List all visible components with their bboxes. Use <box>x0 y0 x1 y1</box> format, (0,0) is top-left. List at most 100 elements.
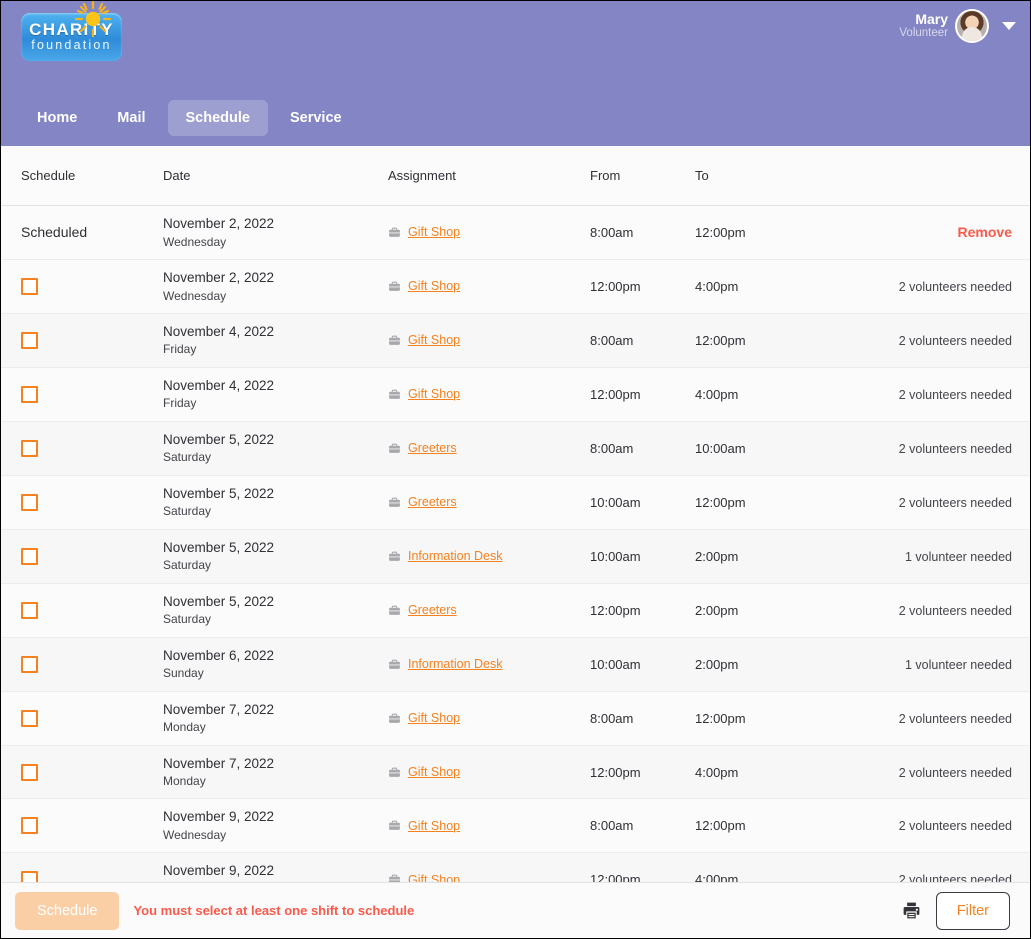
table-row[interactable]: November 9, 2022WednesdayGift Shop8:00am… <box>1 799 1030 853</box>
column-header-assignment: Assignment <box>388 146 590 206</box>
table-row[interactable]: November 5, 2022SaturdayGreeters12:00pm2… <box>1 583 1030 637</box>
cell-schedule <box>1 637 163 691</box>
row-date: November 4, 2022 <box>163 322 388 342</box>
row-date: November 2, 2022 <box>163 268 388 288</box>
cell-from: 8:00am <box>590 421 695 475</box>
row-date: November 5, 2022 <box>163 430 388 450</box>
table-row[interactable]: November 4, 2022FridayGift Shop12:00pm4:… <box>1 367 1030 421</box>
column-header-from: From <box>590 146 695 206</box>
assignment-link[interactable]: Greeters <box>408 603 457 617</box>
cell-date: November 2, 2022Wednesday <box>163 259 388 313</box>
assignment-link[interactable]: Gift Shop <box>408 279 460 293</box>
table-row[interactable]: November 7, 2022MondayGift Shop8:00am12:… <box>1 691 1030 745</box>
table-row[interactable]: November 9, 2022WednesdayGift Shop12:00p… <box>1 853 1030 882</box>
user-role: Volunteer <box>899 27 948 40</box>
row-checkbox[interactable] <box>21 871 38 882</box>
cell-assignment: Gift Shop <box>388 691 590 745</box>
assignment-link[interactable]: Gift Shop <box>408 711 460 725</box>
row-checkbox[interactable] <box>21 764 38 781</box>
table-row[interactable]: ScheduledNovember 2, 2022WednesdayGift S… <box>1 206 1030 260</box>
assignment-wrap: Gift Shop <box>388 225 590 239</box>
assignment-link[interactable]: Gift Shop <box>408 819 460 833</box>
assignment-wrap: Gift Shop <box>388 819 590 833</box>
avatar[interactable] <box>955 9 989 43</box>
nav-item-mail[interactable]: Mail <box>99 100 163 136</box>
row-checkbox[interactable] <box>21 386 38 403</box>
assignment-link[interactable]: Gift Shop <box>408 873 460 882</box>
assignment-link[interactable]: Information Desk <box>408 549 502 563</box>
row-day: Saturday <box>163 503 388 520</box>
row-checkbox[interactable] <box>21 494 38 511</box>
cell-action: 2 volunteers needed <box>875 313 1030 367</box>
row-checkbox[interactable] <box>21 278 38 295</box>
row-checkbox[interactable] <box>21 710 38 727</box>
schedule-table: Schedule Date Assignment From To Schedul… <box>1 146 1030 882</box>
table-row[interactable]: November 5, 2022SaturdayInformation Desk… <box>1 529 1030 583</box>
validation-warning: You must select at least one shift to sc… <box>133 903 414 918</box>
row-checkbox[interactable] <box>21 817 38 834</box>
briefcase-icon <box>388 496 401 509</box>
assignment-link[interactable]: Information Desk <box>408 657 502 671</box>
nav-item-home[interactable]: Home <box>19 100 95 136</box>
user-menu[interactable]: Mary Volunteer <box>899 9 1016 43</box>
assignment-link[interactable]: Gift Shop <box>408 387 460 401</box>
cell-to: 4:00pm <box>695 853 875 882</box>
table-row[interactable]: November 5, 2022Saturday Greeters 8:00am10… <box>1 421 1030 475</box>
table-header: Schedule Date Assignment From To <box>1 146 1030 206</box>
assignment-wrap: Information Desk <box>388 657 590 671</box>
row-day: Monday <box>163 773 388 790</box>
assignment-link[interactable]: Gift Shop <box>408 765 460 779</box>
table-row[interactable]: November 7, 2022MondayGift Shop12:00pm4:… <box>1 745 1030 799</box>
row-date: November 5, 2022 <box>163 592 388 612</box>
nav-item-service[interactable]: Service <box>272 100 360 136</box>
row-checkbox[interactable] <box>21 548 38 565</box>
chevron-down-icon[interactable] <box>1002 22 1016 30</box>
row-date: November 9, 2022 <box>163 861 388 881</box>
table-row[interactable]: November 2, 2022WednesdayGift Shop12:00p… <box>1 259 1030 313</box>
row-checkbox[interactable] <box>21 656 38 673</box>
row-checkbox[interactable] <box>21 332 38 349</box>
briefcase-icon <box>388 280 401 293</box>
row-day: Saturday <box>163 611 388 628</box>
row-date: November 4, 2022 <box>163 376 388 396</box>
cell-date: November 4, 2022Friday <box>163 313 388 367</box>
schedule-button[interactable]: Schedule <box>15 892 119 930</box>
row-day: Saturday <box>163 449 388 466</box>
assignment-wrap: Gift Shop <box>388 387 590 401</box>
remove-link[interactable]: Remove <box>958 224 1012 240</box>
cell-date: November 5, 2022Saturday <box>163 475 388 529</box>
logo-subtitle: foundation <box>31 38 111 53</box>
cell-action: 2 volunteers needed <box>875 745 1030 799</box>
cell-to: 12:00pm <box>695 691 875 745</box>
row-status-label: Scheduled <box>21 224 87 240</box>
cell-to: 12:00pm <box>695 313 875 367</box>
row-date: November 5, 2022 <box>163 484 388 504</box>
cell-to: 10:00am <box>695 421 875 475</box>
briefcase-icon <box>388 334 401 347</box>
assignment-link[interactable]: Greeters <box>408 441 457 455</box>
assignment-link[interactable]: Greeters <box>408 495 457 509</box>
nav-item-schedule[interactable]: Schedule <box>168 100 268 136</box>
filter-button[interactable]: Filter <box>936 892 1010 930</box>
row-checkbox[interactable] <box>21 440 38 457</box>
row-date: November 9, 2022 <box>163 807 388 827</box>
cell-date: November 9, 2022Wednesday <box>163 799 388 853</box>
assignment-link[interactable]: Gift Shop <box>408 333 460 347</box>
cell-to: 12:00pm <box>695 799 875 853</box>
logo[interactable]: CHARITY foundation <box>21 13 122 61</box>
printer-icon[interactable] <box>901 900 922 921</box>
row-day: Monday <box>163 719 388 736</box>
assignment-link[interactable]: Gift Shop <box>408 225 460 239</box>
cell-schedule <box>1 529 163 583</box>
cell-schedule <box>1 475 163 529</box>
volunteers-needed-text: 2 volunteers needed <box>899 819 1012 833</box>
volunteers-needed-text: 2 volunteers needed <box>899 280 1012 294</box>
table-row[interactable]: November 6, 2022SundayInformation Desk10… <box>1 637 1030 691</box>
sun-icon <box>73 0 113 39</box>
footer-bar: Schedule You must select at least one sh… <box>1 882 1030 938</box>
row-checkbox[interactable] <box>21 602 38 619</box>
cell-schedule <box>1 745 163 799</box>
table-row[interactable]: November 4, 2022FridayGift Shop8:00am12:… <box>1 313 1030 367</box>
row-day: Saturday <box>163 557 388 574</box>
table-row[interactable]: November 5, 2022SaturdayGreeters10:00am1… <box>1 475 1030 529</box>
